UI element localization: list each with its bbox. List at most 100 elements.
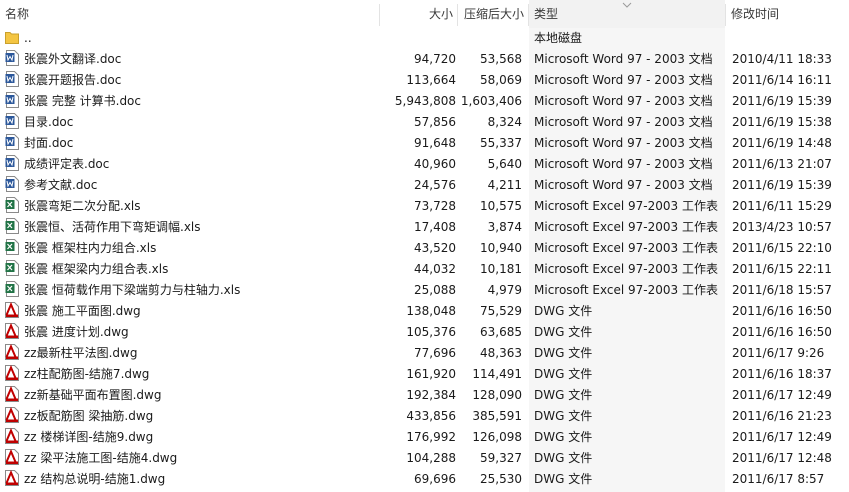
file-compressed-size: [458, 28, 522, 49]
file-row[interactable]: 张震弯矩二次分配.xls 73,728 10,575 Microsoft Excel …: [0, 196, 849, 217]
file-row[interactable]: 张震 框架梁内力组合表.xls 44,032 10,181 Microsoft Exc…: [0, 259, 849, 280]
file-name-cell[interactable]: 参考文献.doc: [5, 175, 377, 196]
file-type: Microsoft Excel 97-2003 工作表: [534, 262, 718, 276]
file-row[interactable]: 目录.doc 57,856 8,324 Microsoft Word 97 - 200…: [0, 112, 849, 133]
file-name-cell[interactable]: zz柱配筋图-结施7.dwg: [5, 364, 377, 385]
file-row[interactable]: zz板配筋图 梁抽筋.dwg 433,856 385,591 DWG 文件 2011/6…: [0, 406, 849, 427]
file-row[interactable]: 张震 进度计划.dwg 105,376 63,685 DWG 文件 2011/6/16 …: [0, 322, 849, 343]
file-type: DWG 文件: [534, 346, 593, 360]
file-modified: 2011/6/19 14:48: [732, 136, 832, 150]
file-row[interactable]: 张震 完整 计算书.doc 5,943,808 1,603,406 Microsoft…: [0, 91, 849, 112]
file-type: Microsoft Word 97 - 2003 文档: [534, 157, 713, 171]
file-name-cell[interactable]: 目录.doc: [5, 112, 377, 133]
file-modified: 2011/6/16 16:50: [732, 325, 832, 339]
file-name-cell[interactable]: zz最新柱平法图.dwg: [5, 343, 377, 364]
file-name-cell[interactable]: 成绩评定表.doc: [5, 154, 377, 175]
file-name-cell[interactable]: 张震 框架柱内力组合.xls: [5, 238, 377, 259]
column-modified-header[interactable]: 修改时间: [726, 0, 849, 28]
file-row[interactable]: zz 楼梯详图-结施9.dwg 176,992 126,098 DWG 文件 2011/…: [0, 427, 849, 448]
file-type: Microsoft Word 97 - 2003 文档: [534, 52, 713, 66]
file-type: Microsoft Word 97 - 2003 文档: [534, 94, 713, 108]
file-name-cell[interactable]: zz新基础平面布置图.dwg: [5, 385, 377, 406]
file-modified: 2011/6/17 9:26: [732, 346, 825, 360]
file-type: DWG 文件: [534, 388, 593, 402]
file-size: 91,648: [414, 136, 456, 150]
file-size: 73,728: [414, 199, 456, 213]
file-type: DWG 文件: [534, 325, 593, 339]
file-type: Microsoft Word 97 - 2003 文档: [534, 136, 713, 150]
file-size: 161,920: [406, 367, 456, 381]
file-row[interactable]: 成绩评定表.doc 40,960 5,640 Microsoft Word 97 - …: [0, 154, 849, 175]
excel-xls-icon: [5, 197, 19, 213]
file-name-cell[interactable]: zz板配筋图 梁抽筋.dwg: [5, 406, 377, 427]
file-row[interactable]: zz柱配筋图-结施7.dwg 161,920 114,491 DWG 文件 2011/6…: [0, 364, 849, 385]
file-name: 张震开题报告.doc: [24, 73, 122, 87]
file-row[interactable]: 张震 框架柱内力组合.xls 43,520 10,940 Microsoft Exce…: [0, 238, 849, 259]
file-size: 104,288: [406, 451, 456, 465]
file-name: 张震外文翻译.doc: [24, 52, 122, 66]
excel-xls-icon: [5, 260, 19, 276]
file-type: Microsoft Word 97 - 2003 文档: [534, 178, 713, 192]
file-name: zz 结构总说明-结施1.dwg: [24, 472, 166, 486]
file-name: zz最新柱平法图.dwg: [24, 346, 138, 360]
file-row[interactable]: zz新基础平面布置图.dwg 192,384 128,090 DWG 文件 2011/6…: [0, 385, 849, 406]
dwg-file-icon: [5, 302, 19, 318]
file-size: [380, 28, 456, 49]
file-name-cell[interactable]: zz 梁平法施工图-结施4.dwg: [5, 448, 377, 469]
file-row[interactable]: 张震恒、活荷作用下弯矩调幅.xls 17,408 3,874 Microsoft Ex…: [0, 217, 849, 238]
file-name-cell[interactable]: 张震 框架梁内力组合表.xls: [5, 259, 377, 280]
file-name-cell[interactable]: ..: [5, 28, 377, 49]
file-row[interactable]: zz 结构总说明-结施1.dwg 69,696 25,530 DWG 文件 2011/6…: [0, 469, 849, 490]
file-compressed-size: 53,568: [480, 52, 522, 66]
file-row[interactable]: 张震 恒荷载作用下梁端剪力与柱轴力.xls 25,088 4,979 Microsof…: [0, 280, 849, 301]
file-compressed-size: 59,327: [480, 451, 522, 465]
file-name-cell[interactable]: 张震恒、活荷作用下弯矩调幅.xls: [5, 217, 377, 238]
file-name-cell[interactable]: 张震开题报告.doc: [5, 70, 377, 91]
file-size: 44,032: [414, 262, 456, 276]
file-name-cell[interactable]: zz 结构总说明-结施1.dwg: [5, 469, 377, 490]
file-name-cell[interactable]: 张震 进度计划.dwg: [5, 322, 377, 343]
sort-descending-icon: [622, 2, 632, 8]
file-compressed-size: 114,491: [472, 367, 522, 381]
file-row[interactable]: zz 梁平法施工图-结施4.dwg 104,288 59,327 DWG 文件 2011…: [0, 448, 849, 469]
file-compressed-size: 4,979: [487, 283, 522, 297]
file-size: 43,520: [414, 241, 456, 255]
file-name-cell[interactable]: 张震 施工平面图.dwg: [5, 301, 377, 322]
file-modified: 2011/6/18 15:57: [732, 283, 832, 297]
file-size: 17,408: [414, 220, 456, 234]
file-row[interactable]: 张震 施工平面图.dwg 138,048 75,529 DWG 文件 2011/6/16…: [0, 301, 849, 322]
file-type: Microsoft Excel 97-2003 工作表: [534, 220, 718, 234]
file-name-cell[interactable]: 张震外文翻译.doc: [5, 49, 377, 70]
file-modified: 2011/6/19 15:38: [732, 115, 832, 129]
file-compressed-size: 25,530: [480, 472, 522, 486]
file-name: 张震 进度计划.dwg: [24, 325, 129, 339]
file-name-cell[interactable]: 封面.doc: [5, 133, 377, 154]
column-size-header[interactable]: 大小: [380, 0, 458, 28]
file-modified: 2011/6/17 12:48: [732, 451, 832, 465]
file-size: 176,992: [406, 430, 456, 444]
excel-xls-icon: [5, 239, 19, 255]
file-compressed-size: 58,069: [480, 73, 522, 87]
file-row[interactable]: 封面.doc 91,648 55,337 Microsoft Word 97 - 20…: [0, 133, 849, 154]
file-name: 目录.doc: [24, 115, 74, 129]
file-size: 24,576: [414, 178, 456, 192]
file-name-cell[interactable]: 张震 完整 计算书.doc: [5, 91, 377, 112]
file-name: zz 楼梯详图-结施9.dwg: [24, 430, 154, 444]
file-row[interactable]: 张震开题报告.doc 113,664 58,069 Microsoft Word 97…: [0, 70, 849, 91]
file-row[interactable]: .. 本地磁盘: [0, 28, 849, 49]
dwg-file-icon: [5, 344, 19, 360]
file-compressed-size: 75,529: [480, 304, 522, 318]
file-compressed-size: 4,211: [487, 178, 522, 192]
file-name-cell[interactable]: 张震弯矩二次分配.xls: [5, 196, 377, 217]
column-name-header[interactable]: 名称: [0, 0, 380, 28]
file-row[interactable]: 张震外文翻译.doc 94,720 53,568 Microsoft Word 97 …: [0, 49, 849, 70]
file-row[interactable]: 参考文献.doc 24,576 4,211 Microsoft Word 97 - 2…: [0, 175, 849, 196]
file-name-cell[interactable]: 张震 恒荷载作用下梁端剪力与柱轴力.xls: [5, 280, 377, 301]
file-row[interactable]: zz最新柱平法图.dwg 77,696 48,363 DWG 文件 2011/6/17 …: [0, 343, 849, 364]
word-doc-icon: [5, 71, 19, 87]
file-name: 张震 恒荷载作用下梁端剪力与柱轴力.xls: [24, 283, 241, 297]
file-modified: 2010/4/11 18:33: [732, 52, 832, 66]
file-name-cell[interactable]: zz 楼梯详图-结施9.dwg: [5, 427, 377, 448]
column-compressed-header[interactable]: 压缩后大小: [458, 0, 529, 28]
file-type: DWG 文件: [534, 451, 593, 465]
